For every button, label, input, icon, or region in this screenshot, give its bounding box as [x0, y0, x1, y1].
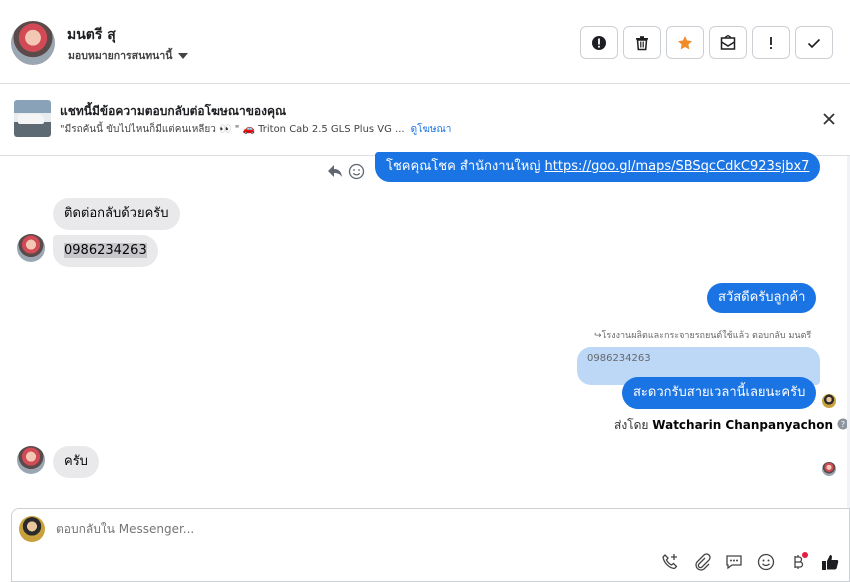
- contact-name[interactable]: มนตรี สุ: [67, 24, 116, 46]
- message-text: สะดวกรับสายเวลานี้เลยนะครับ: [633, 385, 806, 400]
- close-icon: [823, 113, 835, 125]
- attach-button[interactable]: [692, 552, 712, 572]
- ad-thumbnail[interactable]: [14, 100, 51, 137]
- ad-title: แชทนี้มีข้อความตอบกลับต่อโฆษณาของคุณ: [60, 104, 287, 118]
- alert-circle-icon: [592, 35, 606, 50]
- message-text: ครับ: [64, 454, 88, 469]
- mark-done-button[interactable]: [795, 26, 833, 59]
- call-button[interactable]: [660, 552, 680, 572]
- notification-dot: [802, 552, 808, 558]
- send-like-button[interactable]: [820, 552, 840, 572]
- reply-context-text: โรงงานผลิตและกระจายรถยนต์ใช้แล้ว ตอบกลับ…: [601, 331, 812, 341]
- paperclip-icon: [695, 553, 711, 571]
- reply-arrow-icon: ↪: [594, 331, 602, 341]
- outgoing-message[interactable]: สะดวกรับสายเวลานี้เลยนะครับ: [622, 377, 817, 409]
- thumbs-up-icon: [822, 555, 839, 570]
- payment-button[interactable]: [788, 552, 808, 572]
- sent-by-label: ส่งโดย: [614, 418, 653, 432]
- ad-snippet-row: "มีรถคันนี้ ขับไปไหนก็มีแต่คนเหลียว 👀 " …: [60, 122, 451, 137]
- outgoing-message[interactable]: สวัสดีครับลูกค้า: [707, 283, 817, 313]
- exclamation-icon: [770, 36, 772, 49]
- contact-avatar-small[interactable]: [17, 446, 45, 474]
- header-toolbar: [580, 26, 833, 59]
- message-text: ติดต่อกลับด้วยครับ: [64, 206, 169, 221]
- composer-toolbar: [660, 552, 840, 572]
- contact-avatar-small[interactable]: [17, 234, 45, 262]
- sent-by-line: ส่งโดย Watcharin Chanpanyachon ?: [614, 416, 849, 435]
- ad-snippet: "มีรถคันนี้ ขับไปไหนก็มีแต่คนเหลียว 👀 " …: [60, 124, 405, 135]
- incoming-message[interactable]: ติดต่อกลับด้วยครับ: [53, 198, 180, 230]
- mark-unread-button[interactable]: [709, 26, 747, 59]
- conversation-header: มนตรี สุ มอบหมายการสนทนานี้: [0, 0, 850, 84]
- read-receipt-avatar: [822, 462, 836, 476]
- checkmark-icon: [807, 38, 821, 48]
- assign-conversation-dropdown[interactable]: มอบหมายการสนทนานี้: [68, 47, 189, 64]
- reply-icon[interactable]: [326, 162, 344, 180]
- trash-icon: [636, 35, 648, 50]
- delete-button[interactable]: [623, 26, 661, 59]
- phone-number: 0986234263: [64, 243, 147, 258]
- message-text: สวัสดีครับลูกค้า: [718, 290, 806, 305]
- quoted-text: 0986234263: [587, 353, 651, 364]
- seen-avatar: [822, 394, 836, 408]
- chevron-down-icon: [178, 52, 189, 59]
- emoji-react-icon[interactable]: [348, 163, 365, 180]
- map-link[interactable]: https://goo.gl/maps/SBSqcCdkC923sjbx7: [545, 159, 810, 174]
- star-button[interactable]: [666, 26, 704, 59]
- chat-bubble-icon: [726, 555, 742, 570]
- phone-plus-icon: [662, 554, 678, 570]
- message-input[interactable]: [56, 522, 656, 536]
- view-ad-link[interactable]: ดูโฆษณา: [411, 124, 452, 135]
- assign-label: มอบหมายการสนทนานี้: [68, 50, 173, 62]
- mark-spam-button[interactable]: [580, 26, 618, 59]
- outgoing-message[interactable]: โชคคุณโชค สำนักงานใหญ่ https://goo.gl/ma…: [375, 152, 821, 182]
- sender-name[interactable]: Watcharin Chanpanyachon: [652, 418, 833, 432]
- contact-avatar[interactable]: [11, 21, 55, 65]
- smiley-icon: [757, 553, 775, 571]
- close-ad-bar-button[interactable]: [820, 110, 838, 128]
- star-icon: [678, 35, 692, 49]
- emoji-button[interactable]: [756, 552, 776, 572]
- message-text: โชคคุณโชค สำนักงานใหญ่: [386, 159, 545, 174]
- saved-replies-button[interactable]: [724, 552, 744, 572]
- svg-text:?: ?: [841, 420, 845, 429]
- mark-important-button[interactable]: [752, 26, 790, 59]
- incoming-message[interactable]: 0986234263: [53, 235, 158, 267]
- reply-context: ↪โรงงานผลิตและกระจายรถยนต์ใช้แล้ว ตอบกลั…: [594, 328, 811, 342]
- incoming-message[interactable]: ครับ: [53, 446, 99, 478]
- agent-avatar: [19, 516, 45, 542]
- envelope-icon: [720, 34, 736, 50]
